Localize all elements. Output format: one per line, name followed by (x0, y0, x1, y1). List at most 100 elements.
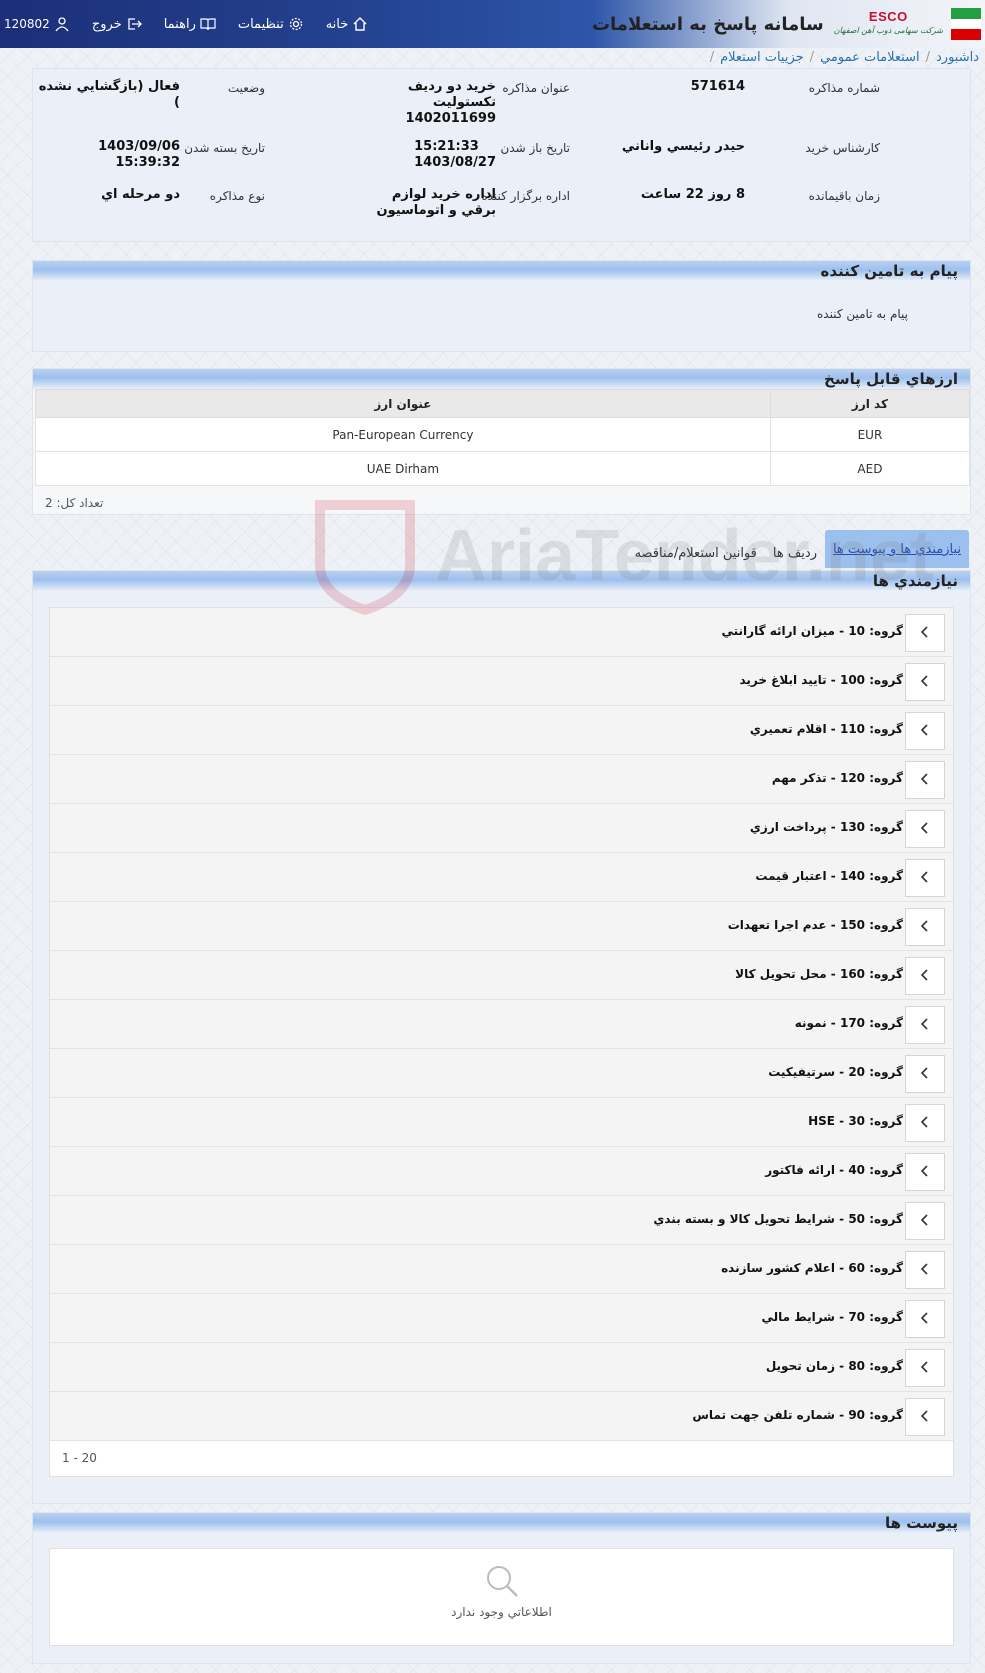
currencies-panel: ارزهاي قابل پاسخ کد ارز عنوان ارز EUR Pa… (32, 368, 971, 515)
status-value: فعال (بازگشايي نشده ) (38, 79, 180, 110)
tab-requirements-attachments[interactable]: نيازمندي ها و پيوست ها (824, 530, 969, 568)
expand-button[interactable] (905, 1104, 945, 1142)
gear-icon (288, 16, 304, 32)
user-id: 120802 (4, 17, 50, 31)
requirement-group-row[interactable]: گروه: 20 - سرتيفيکيت (50, 1049, 953, 1098)
requirements-panel: نيازمندي ها گروه: 10 - ميزان ارائه گاران… (32, 570, 971, 1504)
expand-button[interactable] (905, 663, 945, 701)
expand-button[interactable] (905, 908, 945, 946)
negotiation-title-label: عنوان مذاکره (502, 81, 570, 95)
nav-settings[interactable]: تنظیمات (238, 16, 304, 32)
requirement-group-label: گروه: 30 - HSE (808, 1114, 903, 1128)
expand-button[interactable] (905, 761, 945, 799)
column-header-name[interactable]: عنوان ارز (35, 389, 771, 418)
requirement-group-label: گروه: 100 - تاييد ابلاغ خريد (739, 673, 903, 687)
requirement-group-row[interactable]: گروه: 30 - HSE (50, 1098, 953, 1147)
breadcrumb-public-inquiries[interactable]: استعلامات عمومي (820, 50, 920, 65)
status-label: وضعيت (227, 81, 265, 95)
expand-button[interactable] (905, 1251, 945, 1289)
requirement-group-label: گروه: 160 - محل تحويل کالا (735, 967, 903, 981)
user-icon (54, 16, 70, 32)
chevron-left-icon (918, 968, 932, 985)
detail-tabs: نيازمندي ها و پيوست ها رديف ها قوانين اس… (627, 530, 969, 568)
buyer-expert: حيدر رئيسي واناني (621, 139, 745, 154)
requirement-group-label: گروه: 110 - اقلام تعميري (749, 722, 903, 736)
nav-home-label: خانه (325, 16, 349, 32)
requirement-group-row[interactable]: گروه: 100 - تاييد ابلاغ خريد (50, 657, 953, 706)
currency-code: EUR (769, 417, 971, 452)
nav-home[interactable]: خانه (326, 16, 369, 32)
close-date-label: تاريخ بسته شدن (184, 141, 265, 155)
requirement-group-label: گروه: 10 - ميزان ارائه گارانتي (721, 624, 903, 638)
requirement-group-row[interactable]: گروه: 10 - ميزان ارائه گارانتي (50, 608, 953, 657)
breadcrumb: داشبورد / استعلامات عمومي / جزييات استعل… (0, 47, 985, 67)
table-header-row: کد ارز عنوان ارز (35, 389, 971, 418)
requirement-group-label: گروه: 150 - عدم اجرا تعهدات (727, 918, 903, 932)
expand-button[interactable] (905, 1398, 945, 1436)
column-header-code[interactable]: کد ارز (769, 389, 971, 418)
supplier-message-panel: پيام به تامين کننده پيام به تامين کننده (32, 260, 971, 352)
requirement-group-row[interactable]: گروه: 130 - پرداخت ارزي (50, 804, 953, 853)
top-nav: خانه تنظیمات راهنما خروج 120802 (0, 0, 368, 48)
expand-button[interactable] (905, 1055, 945, 1093)
requirement-group-label: گروه: 60 - اعلام کشور سازنده (721, 1261, 903, 1275)
chevron-left-icon (918, 723, 932, 740)
attachments-title: پيوست ها (33, 1513, 970, 1533)
breadcrumb-separator: / (925, 49, 930, 65)
company-logo: ESCO شرکت سهامی ذوب آهن اصفهان (834, 10, 943, 38)
requirement-group-row[interactable]: گروه: 50 - شرايط تحويل کالا و بسته بندي (50, 1196, 953, 1245)
requirement-group-label: گروه: 80 - زمان تحويل (765, 1359, 903, 1373)
chevron-left-icon (918, 1066, 932, 1083)
open-time: 15:21:33 (414, 139, 479, 154)
supplier-message-body: پيام به تامين کننده (817, 307, 908, 321)
chevron-left-icon (918, 1213, 932, 1230)
requirement-group-row[interactable]: گروه: 60 - اعلام کشور سازنده (50, 1245, 953, 1294)
requirement-group-row[interactable]: گروه: 110 - اقلام تعميري (50, 706, 953, 755)
close-date: 1403/09/06 15:39:32 (98, 139, 180, 170)
requirement-group-row[interactable]: گروه: 150 - عدم اجرا تعهدات (50, 902, 953, 951)
expand-button[interactable] (905, 1153, 945, 1191)
negotiation-number: 571614 (690, 79, 745, 94)
logout-icon (126, 16, 142, 32)
expand-button[interactable] (905, 1349, 945, 1387)
requirement-group-row[interactable]: گروه: 90 - شماره تلفن جهت تماس (50, 1392, 953, 1441)
table-row[interactable]: AED UAE Dirham (35, 451, 971, 486)
tab-rows[interactable]: رديف ها (765, 538, 825, 568)
expand-button[interactable] (905, 859, 945, 897)
requirement-group-label: گروه: 70 - شرايط مالي (761, 1310, 903, 1324)
table-row[interactable]: EUR Pan-European Currency (35, 417, 971, 452)
requirement-group-label: گروه: 120 - تذکر مهم (771, 771, 903, 785)
breadcrumb-inquiry-details[interactable]: جزييات استعلام (720, 50, 804, 65)
expand-button[interactable] (905, 957, 945, 995)
pagination-info: 1 - 20 (50, 1441, 953, 1476)
tab-inquiry-rules[interactable]: قوانين استعلام/مناقصه (627, 538, 765, 568)
currencies-table: کد ارز عنوان ارز EUR Pan-European Curren… (35, 389, 971, 486)
user-info[interactable]: 120802 (4, 16, 70, 32)
chevron-left-icon (918, 1164, 932, 1181)
chevron-left-icon (918, 625, 932, 642)
negotiation-title: خريد دو رديف تکستوليت 1402011699 (405, 79, 496, 126)
chevron-left-icon (918, 919, 932, 936)
nav-logout[interactable]: خروج (92, 16, 142, 32)
expand-button[interactable] (905, 810, 945, 848)
breadcrumb-dashboard[interactable]: داشبورد (936, 50, 979, 65)
expand-button[interactable] (905, 1006, 945, 1044)
nav-guide[interactable]: راهنما (164, 16, 216, 32)
requirement-group-row[interactable]: گروه: 140 - اعتبار قيمت (50, 853, 953, 902)
requirement-group-row[interactable]: گروه: 170 - نمونه (50, 1000, 953, 1049)
requirement-group-row[interactable]: گروه: 80 - زمان تحويل (50, 1343, 953, 1392)
expand-button[interactable] (905, 1202, 945, 1240)
open-date: 1403/08/27 (414, 155, 496, 170)
nav-guide-label: راهنما (163, 16, 196, 32)
requirement-group-label: گروه: 90 - شماره تلفن جهت تماس (692, 1408, 903, 1422)
requirement-group-row[interactable]: گروه: 160 - محل تحويل کالا (50, 951, 953, 1000)
requirement-group-row[interactable]: گروه: 70 - شرايط مالي (50, 1294, 953, 1343)
requirement-group-row[interactable]: گروه: 120 - تذکر مهم (50, 755, 953, 804)
expand-button[interactable] (905, 712, 945, 750)
requirement-group-row[interactable]: گروه: 40 - ارائه فاکتور (50, 1147, 953, 1196)
expand-button[interactable] (905, 614, 945, 652)
currency-code: AED (769, 451, 971, 486)
logo-text: ESCO (868, 9, 908, 24)
expand-button[interactable] (905, 1300, 945, 1338)
attachments-empty-state: اطلاعاتي وجود ندارد (49, 1548, 954, 1646)
